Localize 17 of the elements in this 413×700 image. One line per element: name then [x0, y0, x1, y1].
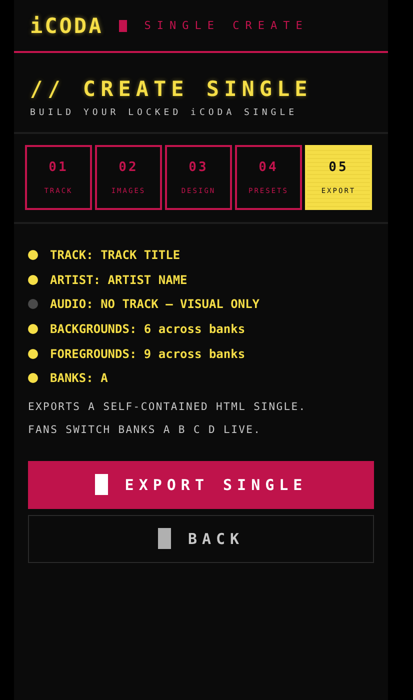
- export-button[interactable]: EXPORT SINGLE: [28, 460, 374, 509]
- page-title: // CREATE SINGLE: [30, 77, 314, 101]
- app-logo: iCODA: [30, 14, 104, 38]
- summary-item: BACKGROUNDS: 6 across banks: [50, 322, 246, 336]
- block-icon: [119, 20, 128, 32]
- note-text: FANS SWITCH BANKS A B C D LIVE.: [28, 424, 262, 437]
- block-icon: [94, 474, 108, 496]
- summary-item: BANKS: A: [50, 371, 108, 386]
- header-subtitle: SINGLE CREATE: [144, 19, 308, 32]
- block-icon: [158, 528, 171, 550]
- summary-item: AUDIO: NO TRACK — VISUAL ONLY: [50, 297, 260, 312]
- page-subtitle: BUILD YOUR LOCKED iCODA SINGLE: [30, 108, 299, 118]
- note-text: EXPORTS A SELF-CONTAINED HTML SINGLE.: [28, 400, 308, 414]
- summary-item: ARTIST: ARTIST NAME: [50, 272, 188, 287]
- back-button[interactable]: BACK: [28, 514, 374, 563]
- summary-item: FOREGROUNDS: 9 across banks: [50, 346, 246, 361]
- summary-item: TRACK: TRACK TITLE: [50, 248, 180, 262]
